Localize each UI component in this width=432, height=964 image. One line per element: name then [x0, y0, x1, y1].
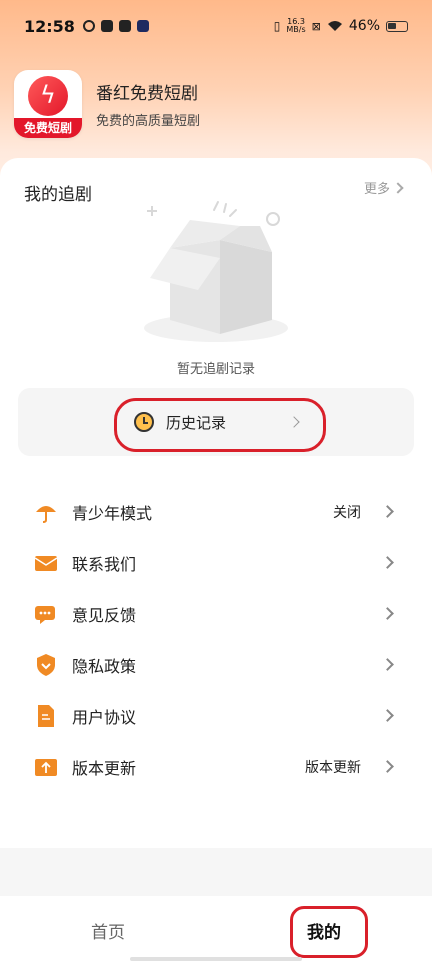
status-time: 12:58 [24, 16, 75, 36]
menu-item-value: 关闭 [333, 504, 361, 521]
app-header: ϟ 免费短剧 番红免费短剧 免费的高质量短剧 [14, 70, 200, 138]
settings-menu: 青少年模式 关闭 联系我们 意见反馈 隐私政策 用户协议 版本更新 版本更新 [0, 486, 432, 792]
tab-home[interactable]: 首页 [0, 918, 216, 943]
home-indicator[interactable] [130, 957, 302, 961]
wifi-icon [327, 21, 342, 31]
tab-mine[interactable]: 我的 [216, 918, 432, 943]
chat-icon [34, 602, 58, 626]
play-notification-icon [136, 20, 149, 32]
bottom-tab-bar: 首页 我的 [0, 896, 432, 964]
chevron-right-icon [381, 760, 394, 773]
document-icon [34, 704, 58, 728]
status-bar: 12:58 ▯ 16.3 MB/s ⊠ 46% [0, 0, 432, 52]
sim-icon: ⊠ [311, 19, 321, 33]
empty-state-text: 暂无追剧记录 [176, 362, 255, 377]
history-label[interactable]: 历史记录 [166, 412, 226, 433]
menu-item-label: 联系我们 [72, 554, 137, 574]
notification-icon [82, 20, 95, 32]
chevron-right-icon [381, 607, 394, 620]
history-box: 历史记录 [18, 388, 414, 456]
menu-item-user-agreement[interactable]: 用户协议 [0, 690, 432, 741]
mail-icon [34, 551, 58, 575]
menu-item-privacy-policy[interactable]: 隐私政策 [0, 639, 432, 690]
menu-item-value: 版本更新 [305, 759, 361, 776]
app-name: 番红免费短剧 [96, 84, 198, 104]
battery-icon [386, 20, 408, 32]
menu-item-contact-us[interactable]: 联系我们 [0, 537, 432, 588]
menu-item-label: 用户协议 [72, 707, 137, 727]
empty-box-illustration [144, 201, 288, 342]
main-card: 我的追剧 更多 暂无追剧记录 历史记录 青少年模式 关闭 联系我们 意见反馈 隐… [0, 158, 432, 848]
mail-notification-icon [100, 20, 113, 32]
chevron-right-icon [381, 556, 394, 569]
shield-icon [34, 653, 58, 677]
status-right: ▯ 16.3 MB/s ⊠ 46% [274, 18, 408, 34]
upload-icon [34, 755, 58, 779]
more-link[interactable]: 更多 [364, 178, 404, 197]
menu-item-label: 版本更新 [72, 758, 137, 778]
chevron-right-icon [288, 416, 300, 428]
chevron-right-icon [392, 181, 404, 194]
menu-item-label: 意见反馈 [72, 605, 137, 625]
logo-label: 免费短剧 [14, 118, 82, 138]
vibrate-icon: ▯ [273, 19, 281, 33]
umbrella-icon [34, 500, 58, 524]
app-text: 番红免费短剧 免费的高质量短剧 [96, 79, 200, 129]
chevron-right-icon [381, 505, 394, 518]
lightning-icon: ϟ [40, 81, 56, 109]
menu-item-version-update[interactable]: 版本更新 版本更新 [0, 741, 432, 792]
chevron-right-icon [381, 658, 394, 671]
history-button[interactable]: 历史记录 [133, 412, 300, 433]
app-logo: ϟ 免费短剧 [14, 70, 82, 138]
menu-item-label: 隐私政策 [72, 656, 137, 676]
menu-item-youth-mode[interactable]: 青少年模式 关闭 [0, 486, 432, 537]
chevron-right-icon [381, 709, 394, 722]
history-clock-icon [133, 412, 154, 432]
calendar-notification-icon [118, 20, 131, 32]
network-speed: 16.3 MB/s [286, 17, 306, 34]
more-label[interactable]: 更多 [364, 178, 390, 197]
battery-percent: 46% [348, 18, 380, 34]
watchlist-title: 我的追剧 [24, 185, 92, 205]
menu-item-label: 青少年模式 [72, 503, 153, 523]
menu-item-feedback[interactable]: 意见反馈 [0, 588, 432, 639]
app-slogan: 免费的高质量短剧 [96, 114, 201, 129]
